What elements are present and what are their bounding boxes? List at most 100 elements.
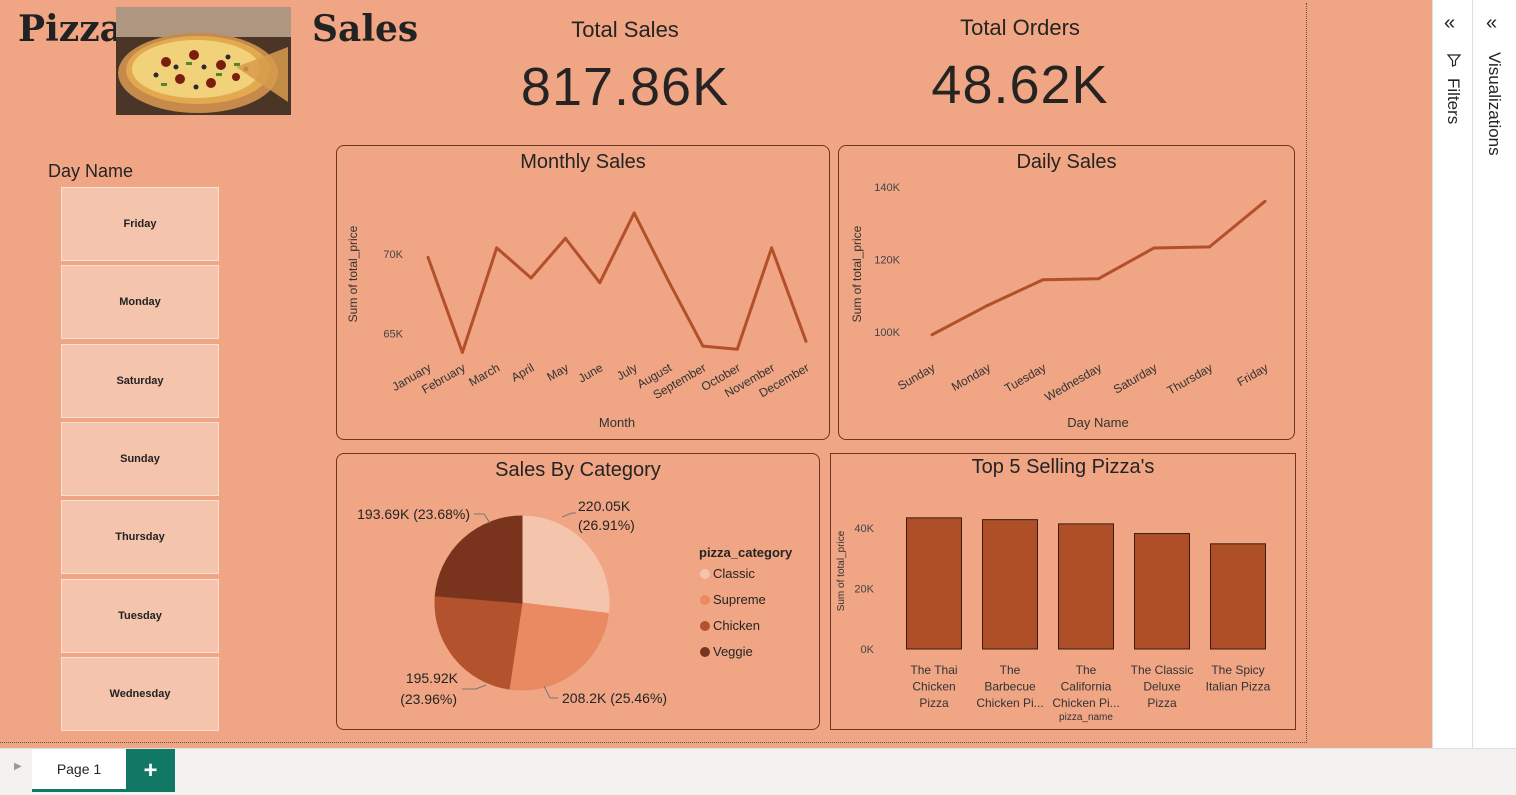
report-title-pizza: Pizza [18,8,123,50]
filters-pane-label[interactable]: Filters [1443,78,1463,124]
data-label-chicken-percent: (23.96%) [400,691,457,707]
visualizations-pane-label[interactable]: Visualizations [1484,52,1504,156]
y-tick-label: 65K [383,328,403,340]
slicer-item-tuesday[interactable]: Tuesday [61,579,219,653]
bar-the-barbecue-chicken-pizza [982,519,1038,650]
y-tick-label: 40K [854,523,874,535]
visualizations-pane[interactable]: « Visualizations [1472,0,1516,748]
data-point-thursday [1208,245,1211,249]
data-point-march [495,246,499,250]
legend-dot-supreme [700,594,710,605]
bar-the-california-chicken-pizza [1058,523,1114,650]
data-point-october [735,347,739,351]
add-page-button[interactable]: + [126,749,175,792]
visualizations-collapse-icon[interactable]: « [1486,12,1497,35]
data-point-february [460,350,464,354]
total-orders-label: Total Orders [960,15,1080,40]
filters-collapse-icon[interactable]: « [1444,12,1455,35]
x-tick-label-tuesday: Tuesday [1002,360,1048,395]
x-tick-label-sunday: Sunday [895,360,937,392]
series-line [426,211,808,354]
legend-label-veggie: Veggie [713,644,753,659]
x-tick-label-the-thai-chicken-pizza: The Thai [910,663,957,677]
filters-pane[interactable]: « Filters [1432,0,1472,748]
x-tick-label-the-classic-deluxe-pizza: Deluxe [1143,680,1181,694]
legend-label-classic: Classic [713,566,755,581]
data-point-november [770,246,774,250]
page-nav-left-icon[interactable]: ▶ [14,761,22,772]
x-tick-label-the-spicy-italian-pizza: Italian Pizza [1206,680,1271,694]
data-label-chicken-value: 195.92K [406,670,459,686]
report-title-sales: Sales [312,8,419,50]
total-sales-label: Total Sales [571,17,679,42]
x-tick-label-may: May [544,360,571,383]
daily-sales-chart: 100K 120K 140K Sum of total_price Day Name Su… [850,182,1271,430]
legend-item-veggie[interactable]: Veggie [700,644,753,659]
y-tick-label: 120K [874,255,900,267]
data-point-saturday [1152,246,1156,250]
data-label-classic-value: 220.05K [578,498,631,514]
data-point-wednesday [1097,277,1100,281]
data-point-september [701,344,705,348]
page-tabs-bar: ▶ Page 1 + [0,748,1516,795]
x-tick-label-monday: Monday [949,360,993,393]
legend-dot-chicken [700,620,710,631]
y-tick-label: 100K [874,327,900,339]
data-point-june [598,281,602,285]
category-pie-chart: 220.05K (26.91%) 208.2K (25.46%) 195.92K (23… [357,498,667,707]
data-label-veggie: 193.69K (23.68%) [357,506,470,522]
y-tick-label: 140K [874,182,900,194]
x-axis-label: pizza_name [1059,712,1113,723]
data-label-supreme: 208.2K (25.46%) [562,690,667,706]
slicer-item-sunday[interactable]: Sunday [61,422,219,496]
y-tick-label: 70K [383,249,403,261]
data-point-monday [986,303,989,307]
leader-line-supreme [543,685,558,699]
x-tick-label-june: June [576,360,606,385]
legend-dot-veggie [700,646,710,657]
data-point-december [804,339,808,343]
x-axis-label: Month [599,415,635,430]
report-canvas: Pizza Sales Total Sales 817.86K Total Or… [0,0,1432,748]
legend-item-supreme[interactable]: Supreme [700,592,766,607]
x-axis-label: Day Name [1067,415,1128,430]
slicer-item-wednesday[interactable]: Wednesday [61,657,219,731]
data-point-april [529,276,533,280]
top5-bar-chart: 0K 20K 40K Sum of total_price The Thai Chicke… [836,517,1271,723]
x-tick-label-thursday: Thursday [1165,360,1215,397]
pizza-image [116,7,291,115]
bar-the-spicy-italian-pizza [1210,543,1266,650]
y-tick-label: 20K [854,584,874,596]
pie-slice-supreme [508,602,609,691]
x-tick-label-the-thai-chicken-pizza: Chicken [912,680,955,694]
filter-icon [1446,54,1462,67]
legend-item-classic[interactable]: Classic [700,566,755,581]
leader-line-veggie [474,513,491,524]
x-tick-label-the-barbecue-chicken-pizza: Barbecue [984,680,1036,694]
data-label-classic-percent: (26.91%) [578,517,635,533]
data-point-august [667,279,671,283]
y-axis-label: Sum of total_price [836,530,847,611]
slicer-item-saturday[interactable]: Saturday [61,344,219,418]
x-tick-label-the-barbecue-chicken-pizza: Chicken Pi... [976,696,1043,710]
leader-line-classic [561,512,576,518]
leader-line-chicken [462,684,487,690]
page-tab-1[interactable]: Page 1 [32,749,126,792]
total-sales-value: 817.86K [520,57,730,117]
x-tick-label-the-spicy-italian-pizza: The Spicy [1211,663,1264,677]
slicer-item-thursday[interactable]: Thursday [61,500,219,574]
y-axis-label: Sum of total_price [850,225,864,322]
x-tick-label-the-thai-chicken-pizza: Pizza [919,696,949,710]
x-tick-label-friday: Friday [1235,360,1271,389]
data-point-sunday [930,333,934,337]
legend-label-supreme: Supreme [713,592,766,607]
slicer-item-monday[interactable]: Monday [61,265,219,339]
data-point-january [426,255,430,259]
data-point-may [563,236,567,240]
x-tick-label-the-california-chicken-pizza: The [1076,663,1097,677]
x-tick-label-april: April [509,360,537,384]
data-point-tuesday [1041,278,1045,282]
slicer-item-friday[interactable]: Friday [61,187,219,261]
legend-item-chicken[interactable]: Chicken [700,618,760,633]
bar-the-thai-chicken-pizza [906,517,962,650]
